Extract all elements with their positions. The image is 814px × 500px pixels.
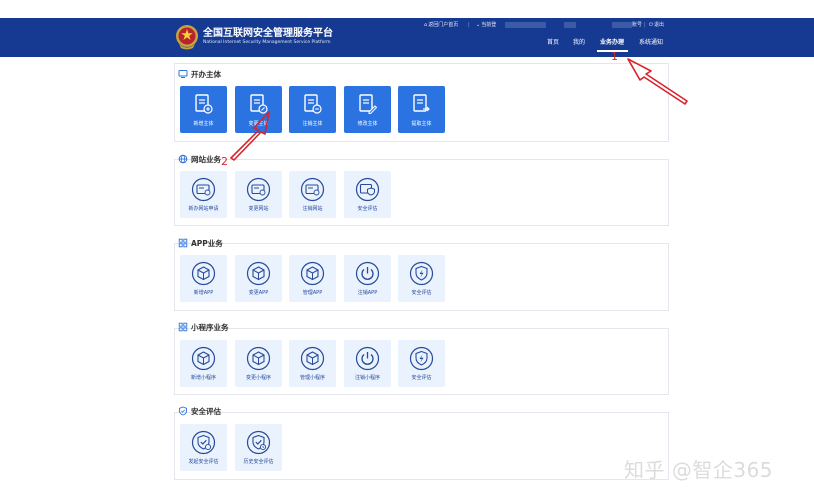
- shield-bolt-icon: [409, 261, 434, 286]
- website-edit-icon: [246, 177, 271, 202]
- tile-add-app[interactable]: 新增APP: [180, 255, 227, 302]
- website-add-icon: [191, 177, 216, 202]
- power-icon: [355, 261, 380, 286]
- form-edit-icon: [250, 94, 268, 114]
- tile-website-security[interactable]: 安全评估: [344, 171, 391, 218]
- annotation-number: 2: [221, 155, 228, 168]
- tile-start-assessment[interactable]: 发起安全评估: [180, 424, 227, 471]
- account-number-label: 账号: [632, 22, 643, 28]
- tile-label: 新增小程序: [190, 375, 216, 381]
- tile-label: 修改主体: [357, 121, 378, 127]
- tile-label: 注销网站: [302, 206, 323, 212]
- cube-icon: [246, 261, 271, 286]
- grid-icon: [178, 238, 188, 248]
- watermark: 知乎 @智企365: [624, 458, 774, 482]
- tile-cancel-app[interactable]: 注销APP: [344, 255, 391, 302]
- tile-new-website[interactable]: 新办网站申请: [180, 171, 227, 218]
- current-user-label: ⌄当前登: [476, 22, 497, 28]
- tile-cancel-website[interactable]: 注销网站: [289, 171, 336, 218]
- redacted-user-info: [612, 22, 632, 28]
- tile-label: 管理小程序: [299, 375, 325, 381]
- section-title: 安全评估: [178, 405, 221, 417]
- tile-change-miniprogram[interactable]: 变更小程序: [235, 340, 282, 387]
- separator: |: [468, 22, 470, 28]
- tile-label: 注销APP: [357, 290, 378, 296]
- redacted-user-info: [505, 22, 546, 28]
- tile-label: 安全评估: [411, 290, 432, 296]
- power-icon: [355, 346, 380, 371]
- shield-icon: [179, 406, 187, 416]
- chevron-down-icon: ⌄: [476, 22, 481, 28]
- nav-notifications[interactable]: 系统通知: [639, 37, 663, 46]
- logout-link[interactable]: ⏻退出: [649, 21, 664, 30]
- tile-label: 安全评估: [411, 375, 432, 381]
- globe-icon: [178, 154, 188, 164]
- form-icon: [195, 94, 213, 114]
- tile-manage-app[interactable]: 管理APP: [289, 255, 336, 302]
- tile-label: 注销主体: [302, 121, 323, 127]
- tile-label: 新办网站申请: [188, 206, 219, 212]
- portal-home-link[interactable]: ⌂返回门户首页: [424, 21, 458, 30]
- tile-change-app[interactable]: 变更APP: [235, 255, 282, 302]
- tile-label: 安全评估: [357, 206, 378, 212]
- tile-cancel-miniprogram[interactable]: 注销小程序: [344, 340, 391, 387]
- tile-label: 新增APP: [193, 290, 214, 296]
- tile-label: 历史安全评估: [243, 459, 274, 465]
- grid-icon: [178, 322, 188, 332]
- separator: |: [644, 22, 646, 28]
- form-extract-icon: [413, 94, 430, 112]
- nav-mine[interactable]: 我的: [573, 37, 585, 46]
- tile-label: 注销小程序: [354, 375, 380, 381]
- main-nav: 首页 我的 业务办理 系统通知: [0, 34, 814, 54]
- shield-check-icon: [191, 430, 216, 455]
- website-shield-icon: [355, 177, 380, 202]
- tile-change-website[interactable]: 变更网站: [235, 171, 282, 218]
- cube-icon: [300, 346, 325, 371]
- website-cancel-icon: [300, 177, 325, 202]
- tile-change-entity[interactable]: 变更主体: [235, 86, 282, 133]
- tile-label: 管理APP: [302, 290, 323, 296]
- redacted-user-info: [564, 22, 576, 28]
- tile-label: 变更网站: [248, 206, 269, 212]
- tile-app-security[interactable]: 安全评估: [398, 255, 445, 302]
- section-title: 开办主体: [178, 68, 221, 80]
- tile-modify-entity[interactable]: 修改主体: [344, 86, 391, 133]
- shield-bolt-icon: [409, 346, 434, 371]
- tile-label: 新增主体: [193, 121, 214, 127]
- form-modify-icon: [359, 94, 378, 114]
- cube-icon: [300, 261, 325, 286]
- tile-history-assessment[interactable]: 历史安全评估: [235, 424, 282, 471]
- tile-extract-entity[interactable]: 提取主体: [398, 86, 445, 133]
- nav-home[interactable]: 首页: [547, 37, 559, 46]
- nav-business[interactable]: 业务办理: [600, 37, 624, 46]
- annotation-number: 1: [611, 50, 618, 63]
- cube-icon: [191, 346, 216, 371]
- tile-label: 变更APP: [248, 290, 269, 296]
- power-icon: ⏻: [649, 22, 653, 28]
- tile-miniprogram-security[interactable]: 安全评估: [398, 340, 445, 387]
- cube-icon: [246, 346, 271, 371]
- section-title: 网站业务: [178, 153, 221, 165]
- section-title: 小程序业务: [178, 321, 229, 333]
- shield-history-icon: [246, 430, 271, 455]
- section-title: APP业务: [178, 237, 223, 249]
- form-cancel-icon: [304, 94, 322, 114]
- tile-label: 提取主体: [411, 121, 432, 127]
- top-header: 全国互联网安全管理服务平台 National Internet Security…: [0, 18, 814, 57]
- tile-label: 变更小程序: [245, 375, 271, 381]
- monitor-icon: [178, 70, 188, 78]
- tile-manage-miniprogram[interactable]: 管理小程序: [289, 340, 336, 387]
- tile-label: 变更主体: [248, 121, 269, 127]
- cube-icon: [191, 261, 216, 286]
- home-icon: ⌂: [424, 22, 428, 28]
- tile-add-entity[interactable]: 新增主体: [180, 86, 227, 133]
- tile-add-miniprogram[interactable]: 新增小程序: [180, 340, 227, 387]
- tile-cancel-entity[interactable]: 注销主体: [289, 86, 336, 133]
- tile-label: 发起安全评估: [188, 459, 219, 465]
